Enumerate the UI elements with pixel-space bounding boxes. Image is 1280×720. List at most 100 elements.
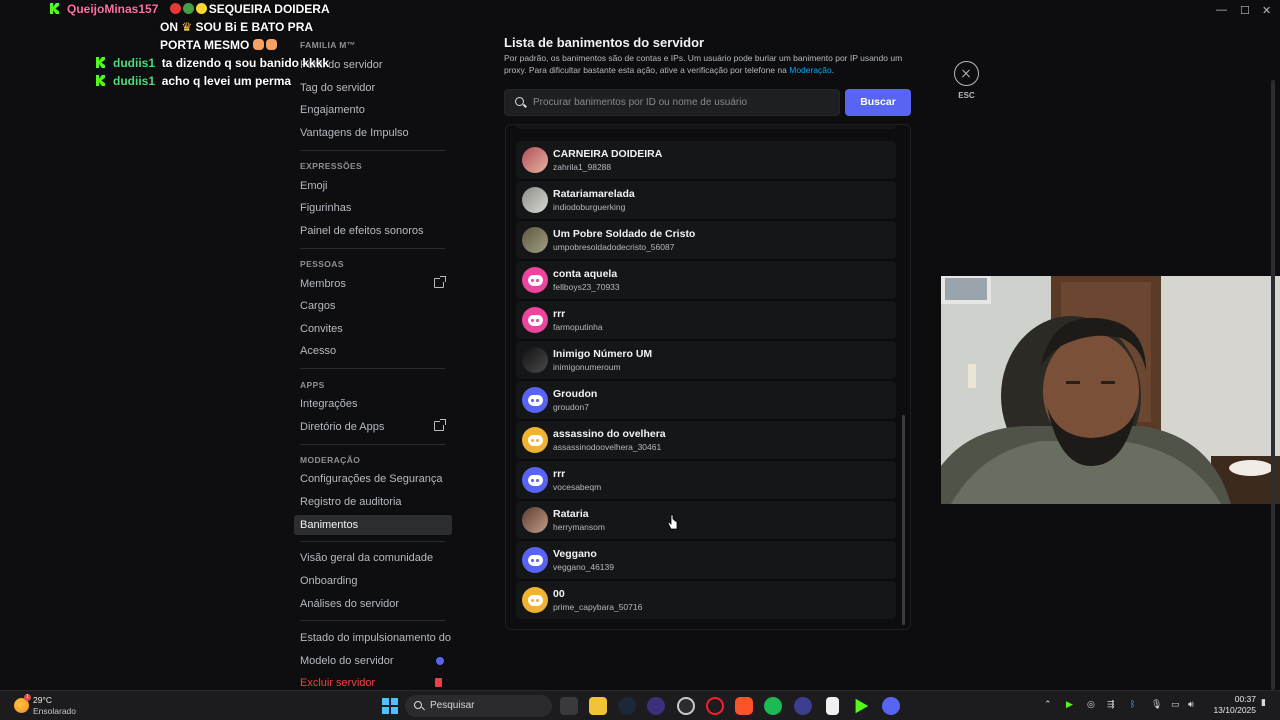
ban-row[interactable]: Veggano veggano_46139: [516, 541, 896, 579]
sidebar-item-bans[interactable]: Banimentos: [294, 515, 452, 535]
tray-app-icon[interactable]: ◎: [1087, 699, 1095, 710]
volume-icon[interactable]: 🔊︎: [1188, 699, 1194, 710]
ban-row[interactable]: Groudon groudon7: [516, 381, 896, 419]
chat-message-continued: ON ♛ SOU Bi E BATO PRA: [160, 18, 336, 36]
opera-gx-icon[interactable]: [706, 697, 724, 715]
obs-icon[interactable]: [677, 697, 695, 715]
default-discord-avatar-icon: [522, 387, 548, 413]
ban-username: farmoputinha: [553, 322, 603, 332]
ban-row[interactable]: 00 prime_capybara_50716: [516, 581, 896, 619]
sidebar-item-boost-status[interactable]: Estado do impulsionamento do servidor: [294, 628, 452, 648]
task-view-icon[interactable]: [560, 697, 578, 715]
sidebar-item-server-template[interactable]: Modelo do servidor: [294, 651, 452, 671]
scrollbar[interactable]: [902, 415, 905, 625]
minimize-icon[interactable]: —: [1216, 4, 1227, 16]
notification-icon[interactable]: ▮: [1261, 697, 1266, 708]
sidebar-item-integrations[interactable]: Integrações: [294, 394, 452, 414]
search-icon: [515, 97, 524, 106]
ban-username: inimigonumeroum: [553, 362, 621, 372]
ban-username: assassinodoovelhera_30461: [553, 442, 662, 452]
sidebar-item-invites[interactable]: Convites: [294, 319, 452, 339]
brave-icon[interactable]: [735, 697, 753, 715]
sidebar-item-audit-log[interactable]: Registro de auditoria: [294, 492, 452, 512]
category-apps: APPS: [300, 380, 325, 390]
ban-row[interactable]: rrr vocesabeqm: [516, 461, 896, 499]
divider: [300, 248, 445, 249]
tray-app-icon[interactable]: ⇶: [1107, 699, 1115, 710]
sidebar-item-stickers[interactable]: Figurinhas: [294, 198, 452, 218]
weather-badge: 1: [24, 694, 31, 701]
document-icon[interactable]: [826, 697, 839, 715]
new-indicator-dot: [436, 657, 444, 665]
close-window-icon[interactable]: ✕: [1262, 4, 1271, 17]
ban-username: fellboys23_70933: [553, 282, 620, 292]
chat-message: dudiis1 acho q levei um perma: [96, 72, 336, 90]
sidebar-item-access[interactable]: Acesso: [294, 341, 452, 361]
ban-search-input[interactable]: [533, 90, 833, 115]
sidebar-item-community-overview[interactable]: Visão geral da comunidade: [294, 548, 452, 568]
steam-icon[interactable]: [618, 697, 636, 715]
chat-text: SEQUEIRA DOIDERA: [208, 2, 330, 16]
sidebar-item-safety-setup[interactable]: Configurações de Segurança: [294, 469, 452, 489]
ban-display-name: Rataria: [553, 508, 589, 520]
ban-row[interactable]: assassino do ovelhera assassinodoovelhera…: [516, 421, 896, 459]
weather-temp[interactable]: 29°C: [33, 695, 52, 705]
esc-label: ESC: [958, 91, 975, 100]
discord-logo-icon: [527, 594, 543, 606]
clock-time[interactable]: 00:37: [1216, 694, 1256, 704]
sidebar-item-delete-server-label: Excluir servidor: [300, 677, 376, 689]
chat-message-continued: PORTA MESMO: [160, 36, 336, 54]
ban-list[interactable]: CARNEIRA DOIDEIRA zahrila1_98288 Ratariama…: [505, 124, 911, 630]
ban-row-partial[interactable]: [516, 125, 896, 129]
taskbar-search[interactable]: Pesquisar: [405, 695, 552, 717]
microphone-icon[interactable]: 🎙︎: [1151, 699, 1162, 710]
sidebar-item-boost-perks[interactable]: Vantagens de Impulso: [294, 123, 452, 143]
sidebar-item-server-insights[interactable]: Análises do servidor: [294, 594, 452, 614]
webcam-image: [941, 276, 1280, 504]
ban-row[interactable]: Um Pobre Soldado de Cristo umpobresoldado…: [516, 221, 896, 259]
discord-icon[interactable]: [882, 697, 900, 715]
default-discord-avatar-icon: [522, 547, 548, 573]
kick-badge-icon: [96, 75, 105, 86]
ban-username: herrymansom: [553, 522, 605, 532]
ban-row[interactable]: rrr farmoputinha: [516, 301, 896, 339]
windows-start-icon[interactable]: [382, 698, 398, 714]
ban-username: zahrila1_98288: [553, 162, 612, 172]
ban-row[interactable]: conta aquela fellboys23_70933: [516, 261, 896, 299]
divider: [300, 368, 445, 369]
moderation-link[interactable]: Moderação: [789, 65, 832, 75]
sidebar-item-emoji[interactable]: Emoji: [294, 176, 452, 196]
file-explorer-icon[interactable]: [589, 697, 607, 715]
sidebar-item-engagement[interactable]: Engajamento: [294, 100, 452, 120]
ban-row[interactable]: CARNEIRA DOIDEIRA zahrila1_98288: [516, 141, 896, 179]
search-button[interactable]: Buscar: [845, 89, 911, 116]
close-icon[interactable]: [954, 61, 979, 86]
network-icon[interactable]: ▭: [1171, 699, 1180, 710]
sidebar-item-roles[interactable]: Cargos: [294, 296, 452, 316]
yellow-circle-emoji-icon: [195, 3, 207, 14]
discord-logo-icon: [527, 314, 543, 326]
maximize-icon[interactable]: ☐: [1240, 4, 1250, 17]
sidebar-item-members[interactable]: Membros: [294, 274, 452, 294]
sidebar-item-onboarding[interactable]: Onboarding: [294, 571, 452, 591]
bluetooth-icon[interactable]: ᛒ: [1130, 699, 1135, 709]
sidebar-item-app-directory[interactable]: Diretório de Apps: [294, 417, 452, 437]
ban-username: vocesabeqm: [553, 482, 602, 492]
ban-row[interactable]: Rataria herrymansom: [516, 501, 896, 539]
app-icon[interactable]: [794, 697, 812, 715]
weather-description[interactable]: Ensolarado: [33, 706, 76, 716]
kick-icon[interactable]: [855, 698, 869, 714]
discord-logo-icon: [527, 274, 543, 286]
chevron-up-icon[interactable]: ⌃: [1044, 699, 1052, 710]
clock-date[interactable]: 13/10/2025: [1206, 705, 1256, 715]
ban-row[interactable]: Ratariamarelada indiodoburguerking: [516, 181, 896, 219]
ban-row[interactable]: Inimigo Número UM inimigonumeroum: [516, 341, 896, 379]
app-icon[interactable]: [647, 697, 665, 715]
avatar: [522, 227, 548, 253]
divider: [300, 541, 445, 542]
page-scrollbar[interactable]: [1271, 80, 1275, 690]
kick-tray-icon[interactable]: ▶: [1066, 699, 1073, 710]
sidebar-item-soundboard[interactable]: Painel de efeitos sonoros: [294, 221, 452, 241]
spotify-icon[interactable]: [764, 697, 782, 715]
ban-username: prime_capybara_50716: [553, 602, 643, 612]
